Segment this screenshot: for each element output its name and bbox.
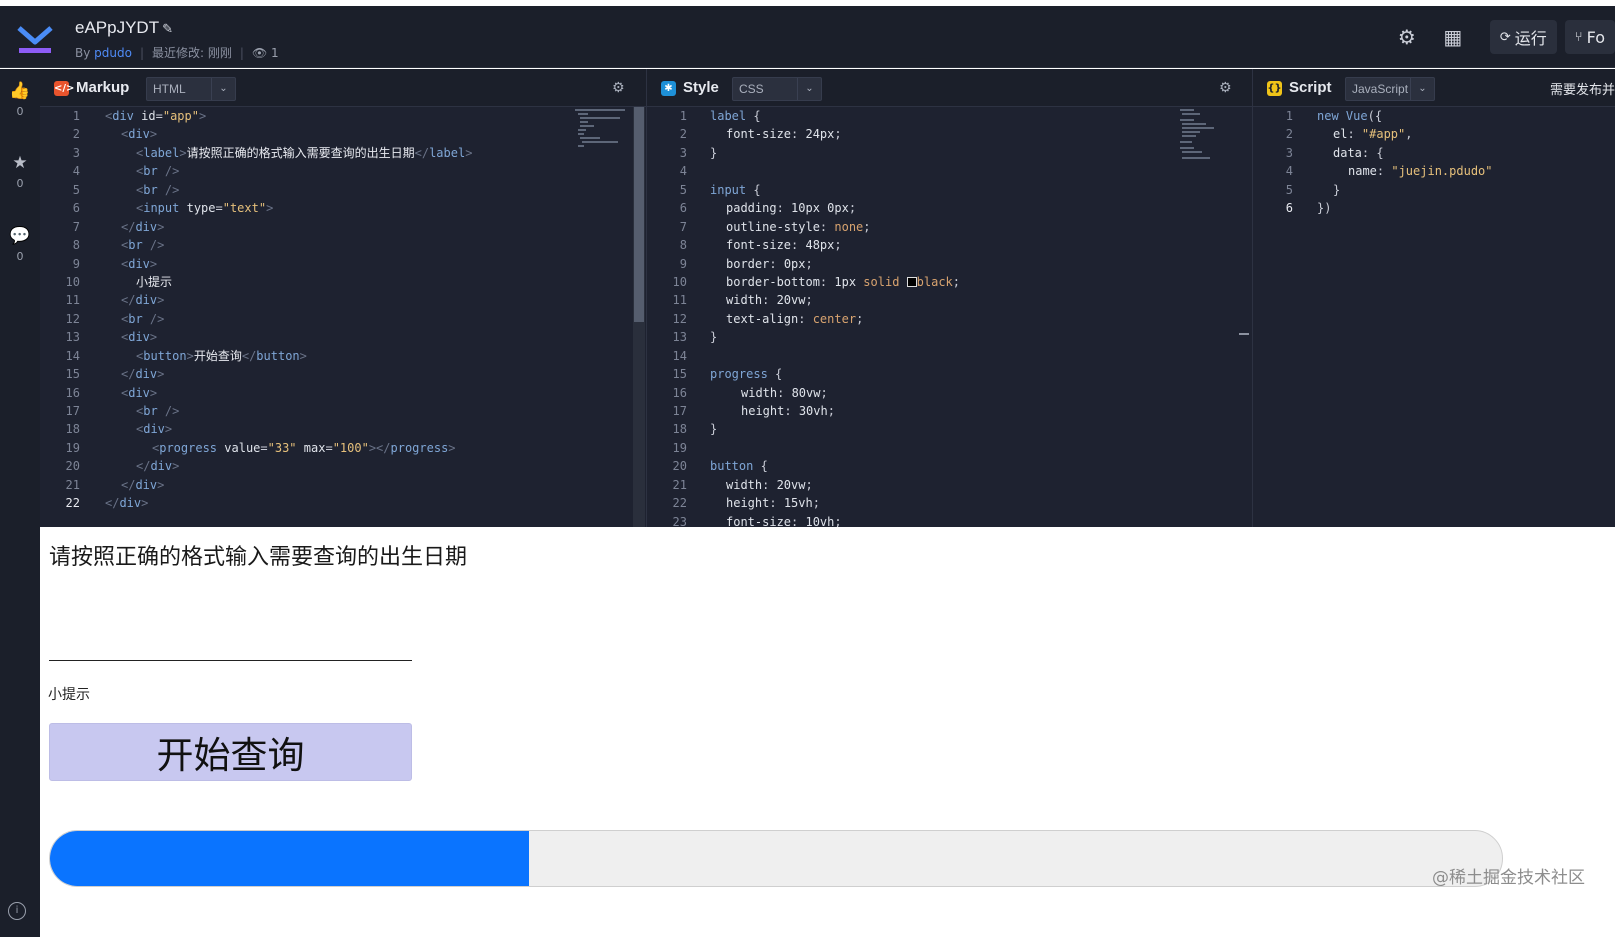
- script-title: Script: [1289, 79, 1332, 96]
- header-actions: ⚙ ▦ ⟳ 运行 ⑂ Fo: [1390, 20, 1615, 54]
- modified-text: 最近修改: 刚刚: [152, 46, 232, 60]
- publish-note: 需要发布并: [1549, 83, 1615, 98]
- run-button[interactable]: ⟳ 运行: [1489, 20, 1557, 54]
- fork-button[interactable]: ⑂ Fo: [1564, 20, 1615, 54]
- style-editor[interactable]: 1 label { 2 font-size: 24px; 3} 4 5 input {…: [647, 107, 1252, 527]
- style-settings-icon[interactable]: ⚙: [1219, 80, 1232, 96]
- progress-fill: [50, 831, 530, 886]
- tip-text: 小提示: [48, 687, 90, 703]
- thumbs-up-icon: 👍: [9, 81, 31, 101]
- left-rail: 👍 0 ★ 0 💬 0 i: [0, 69, 40, 937]
- author-link[interactable]: pdudo: [94, 46, 132, 60]
- style-panel-header: ✱ Style CSS ⌄ ⚙: [647, 69, 1252, 107]
- script-language-select[interactable]: JavaScript ⌄: [1345, 77, 1435, 101]
- chevron-down-icon: ⌄: [1410, 78, 1434, 100]
- star-button[interactable]: ★ 0: [0, 153, 40, 190]
- chevron-down-icon: ⌄: [797, 78, 821, 100]
- edit-pencil-icon[interactable]: ✎: [162, 21, 173, 36]
- markup-minimap[interactable]: [575, 107, 631, 167]
- markup-editor[interactable]: 1 <div id="app"> 2 <div> 3 <label>请按照正确的格式输…: [40, 107, 646, 513]
- pen-title[interactable]: eAPpJYDT ✎: [75, 18, 173, 38]
- views-count: 👁 1: [251, 46, 279, 60]
- preview-pane: 请按照正确的格式输入需要查询的出生日期 小提示 开始查询 @稀土掘金技术社区: [40, 527, 1615, 937]
- html-icon: </>: [54, 81, 75, 96]
- style-scrollbar[interactable]: [1238, 107, 1250, 527]
- birthdate-label: 请按照正确的格式输入需要查询的出生日期: [49, 545, 468, 570]
- fork-icon: ⑂: [1574, 29, 1583, 45]
- markup-settings-icon[interactable]: ⚙: [612, 80, 625, 96]
- star-icon: ★: [12, 153, 28, 173]
- chevron-down-icon: ⌄: [211, 78, 235, 100]
- style-title: Style: [683, 79, 719, 96]
- markup-scrollbar[interactable]: [633, 107, 645, 527]
- script-panel: {} Script JavaScript ⌄ 需要发布并 1 new Vue({ 2…: [1253, 69, 1615, 527]
- comment-button[interactable]: 💬 0: [0, 226, 40, 263]
- pen-meta: By pdudo | 最近修改: 刚刚 | 👁 1: [75, 46, 279, 60]
- watermark: @稀土掘金技术社区: [1432, 868, 1585, 888]
- info-icon[interactable]: i: [8, 902, 26, 920]
- gear-icon[interactable]: ⚙: [1390, 20, 1424, 54]
- logo-icon: [17, 26, 53, 53]
- comment-icon: 💬: [9, 226, 31, 246]
- run-icon: ⟳: [1499, 29, 1511, 45]
- js-icon: {}: [1267, 81, 1282, 96]
- markup-title: Markup: [76, 79, 130, 96]
- like-button[interactable]: 👍 0: [0, 81, 40, 118]
- birthdate-input[interactable]: [49, 607, 412, 661]
- app-header: eAPpJYDT ✎ By pdudo | 最近修改: 刚刚 | 👁 1 ⚙ ▦ ⟳ 运行 …: [0, 6, 1615, 68]
- start-query-button[interactable]: 开始查询: [49, 723, 412, 781]
- script-panel-header: {} Script JavaScript ⌄ 需要发布并: [1253, 69, 1615, 107]
- markup-panel: </> Markup HTML ⌄ ⚙ 1 <div id="app"> 2 <div…: [40, 69, 647, 527]
- style-panel: ✱ Style CSS ⌄ ⚙ 1 label { 2 font-size: 24px…: [647, 69, 1253, 527]
- style-language-select[interactable]: CSS ⌄: [732, 77, 822, 101]
- style-minimap[interactable]: [1180, 107, 1236, 167]
- markup-language-select[interactable]: HTML ⌄: [146, 77, 236, 101]
- layout-icon[interactable]: ▦: [1436, 20, 1470, 54]
- css-icon: ✱: [661, 81, 676, 96]
- markup-panel-header: </> Markup HTML ⌄ ⚙: [40, 69, 646, 107]
- script-editor[interactable]: 1 new Vue({ 2 el: "#app", 3 data: { 4 name: …: [1253, 107, 1615, 218]
- query-progress-bar: [49, 830, 1503, 887]
